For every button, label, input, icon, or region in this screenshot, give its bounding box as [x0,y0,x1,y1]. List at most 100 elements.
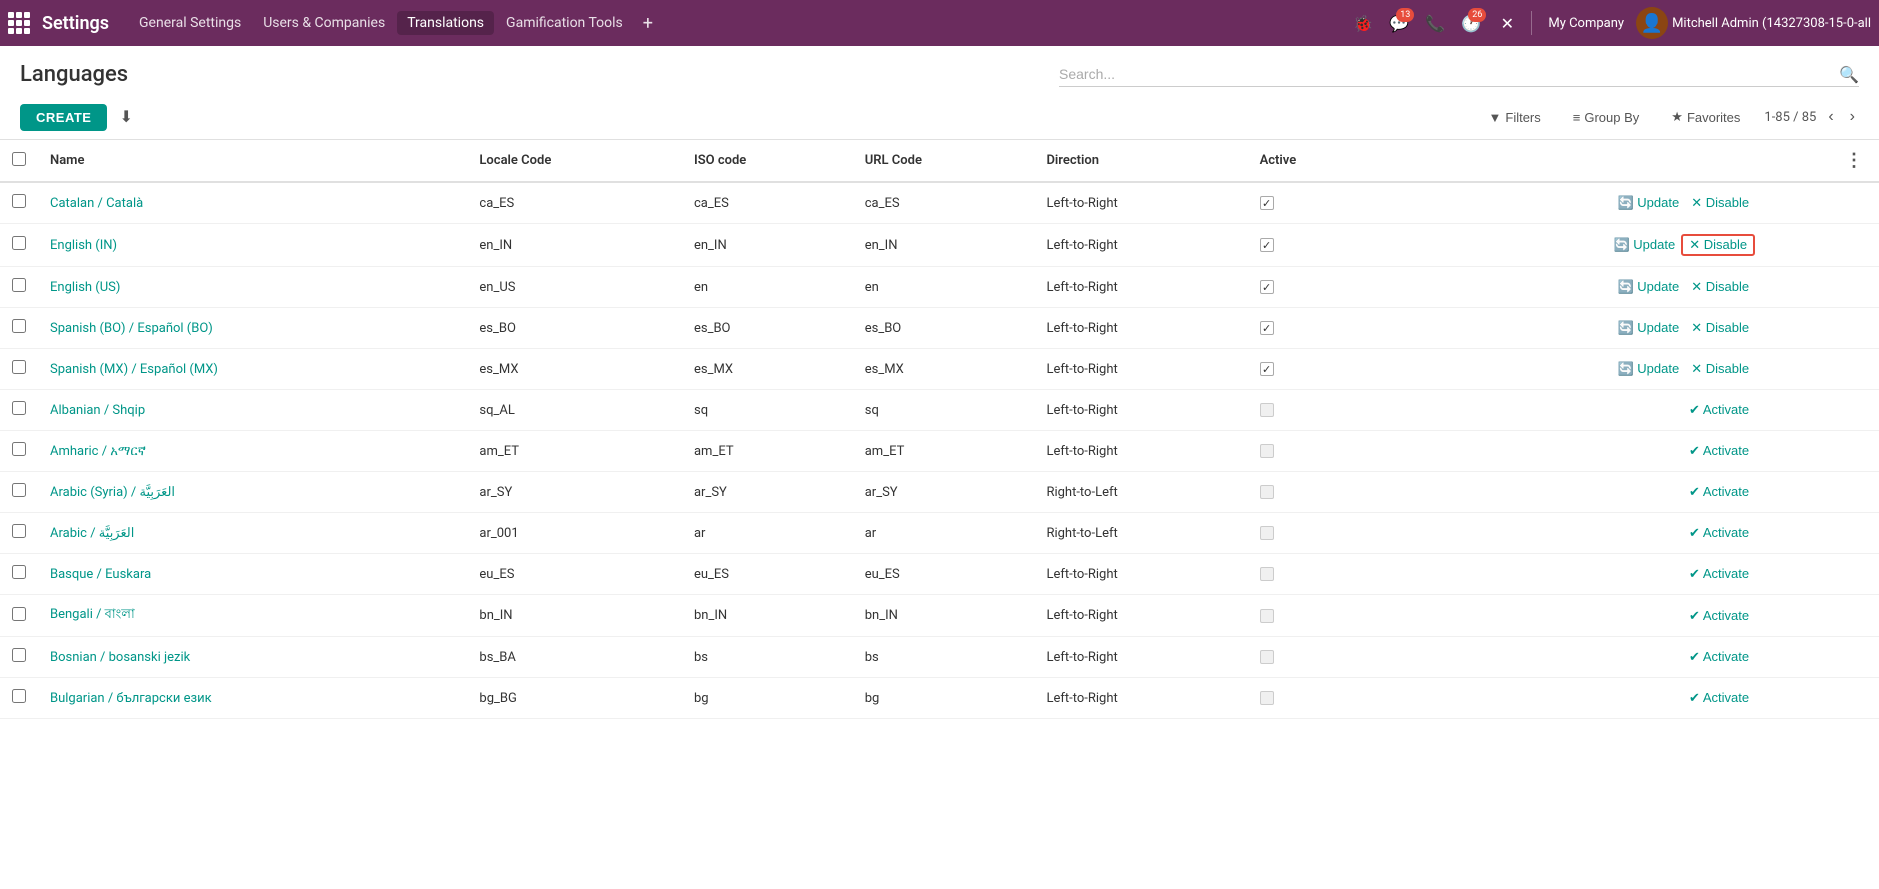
disable-button[interactable]: ✕ Disable [1681,234,1755,256]
search-input[interactable] [1059,62,1839,86]
chat-badge: 13 [1396,8,1414,22]
active-checkbox[interactable]: ✓ [1260,238,1274,252]
language-name-link[interactable]: Albanian / Shqip [50,403,145,418]
nav-gamification-tools[interactable]: Gamification Tools [496,11,633,35]
clock-icon-btn[interactable]: 🕐 26 [1455,7,1487,39]
row-actions: ✔ Activate [1383,678,1767,719]
row-checkbox-10[interactable] [12,607,26,621]
language-name-link[interactable]: Spanish (MX) / Español (MX) [50,362,218,377]
close-icon-btn[interactable]: ✕ [1491,7,1523,39]
row-checkbox-1[interactable] [12,236,26,250]
direction: Left-to-Right [1034,267,1247,308]
activate-button[interactable]: ✔ Activate [1683,606,1755,626]
nav-add-button[interactable]: + [635,11,661,36]
groupby-button[interactable]: ≡ Group By [1565,106,1648,129]
url-code: ca_ES [853,182,1035,224]
download-icon-btn[interactable]: ⬇ [115,103,136,131]
row-kebab-cell [1767,431,1879,472]
row-checkbox-0[interactable] [12,194,26,208]
username-label[interactable]: Mitchell Admin (14327308-15-0-all [1672,16,1871,31]
apps-grid-icon[interactable] [8,12,30,34]
phone-icon-btn[interactable]: 📞 [1419,7,1451,39]
active-checkbox[interactable] [1260,403,1274,417]
activate-button[interactable]: ✔ Activate [1683,564,1755,584]
language-name-link[interactable]: Bulgarian / български език [50,691,212,706]
nav-translations[interactable]: Translations [397,11,494,35]
active-checkbox[interactable] [1260,485,1274,499]
row-kebab-cell [1767,678,1879,719]
table-row: Basque / Euskaraeu_ESeu_ESeu_ESLeft-to-R… [0,554,1879,595]
language-name-link[interactable]: Arabic / العَرَبِيَّة [50,526,134,541]
nav-users-companies[interactable]: Users & Companies [253,11,395,35]
direction: Left-to-Right [1034,308,1247,349]
row-checkbox-12[interactable] [12,689,26,703]
create-button[interactable]: CREATE [20,104,107,131]
active-checkbox[interactable]: ✓ [1260,362,1274,376]
disable-button[interactable]: ✕ Disable [1685,318,1755,338]
row-checkbox-9[interactable] [12,565,26,579]
language-name-link[interactable]: Basque / Euskara [50,567,151,582]
row-checkbox-4[interactable] [12,360,26,374]
favorites-button[interactable]: ★ Favorites [1663,105,1748,129]
language-name-link[interactable]: English (US) [50,280,120,295]
row-kebab-cell [1767,513,1879,554]
active-checkbox[interactable] [1260,567,1274,581]
col-active[interactable]: Active [1248,140,1384,182]
language-name-link[interactable]: Spanish (BO) / Español (BO) [50,321,213,336]
activate-button[interactable]: ✔ Activate [1683,647,1755,667]
language-name-link[interactable]: Arabic (Syria) / العَرَبِيَّة [50,485,175,500]
disable-button[interactable]: ✕ Disable [1685,193,1755,213]
avatar[interactable]: 👤 [1636,7,1668,39]
update-button[interactable]: 🔄 Update [1612,277,1686,297]
activate-button[interactable]: ✔ Activate [1683,482,1755,502]
disable-button[interactable]: ✕ Disable [1685,277,1755,297]
update-button[interactable]: 🔄 Update [1608,235,1682,255]
language-name-link[interactable]: English (IN) [50,238,117,253]
nav-general-settings[interactable]: General Settings [129,11,251,35]
col-name[interactable]: Name [38,140,467,182]
language-name-link[interactable]: Bosnian / bosanski jezik [50,650,190,665]
col-direction[interactable]: Direction [1034,140,1247,182]
activate-button[interactable]: ✔ Activate [1683,688,1755,708]
row-checkbox-8[interactable] [12,524,26,538]
row-checkbox-2[interactable] [12,278,26,292]
disable-button[interactable]: ✕ Disable [1685,359,1755,379]
activate-button[interactable]: ✔ Activate [1683,441,1755,461]
star-icon: ★ [1671,109,1683,125]
pagination-prev[interactable]: ‹ [1824,106,1837,128]
active-checkbox[interactable] [1260,650,1274,664]
direction: Left-to-Right [1034,182,1247,224]
bug-icon-btn[interactable]: 🐞 [1347,7,1379,39]
active-checkbox[interactable]: ✓ [1260,280,1274,294]
row-checkbox-6[interactable] [12,442,26,456]
row-checkbox-11[interactable] [12,648,26,662]
active-checkbox[interactable] [1260,444,1274,458]
language-name-link[interactable]: Bengali / বাংলা [50,607,135,622]
activate-button[interactable]: ✔ Activate [1683,400,1755,420]
col-iso[interactable]: ISO code [682,140,853,182]
active-checkbox[interactable] [1260,691,1274,705]
filters-button[interactable]: ▼ Filters [1481,106,1549,129]
pagination-next[interactable]: › [1846,106,1859,128]
search-icon[interactable]: 🔍 [1839,65,1859,84]
update-button[interactable]: 🔄 Update [1612,318,1686,338]
update-button[interactable]: 🔄 Update [1612,193,1686,213]
col-url[interactable]: URL Code [853,140,1035,182]
chat-icon-btn[interactable]: 💬 13 [1383,7,1415,39]
row-checkbox-5[interactable] [12,401,26,415]
active-checkbox[interactable]: ✓ [1260,321,1274,335]
select-all-header[interactable] [0,140,38,182]
column-settings-icon[interactable]: ⋮ [1841,146,1867,175]
language-name-link[interactable]: Catalan / Català [50,196,143,211]
update-button[interactable]: 🔄 Update [1612,359,1686,379]
language-name-link[interactable]: Amharic / አማርኛ [50,444,146,459]
active-checkbox[interactable]: ✓ [1260,196,1274,210]
company-switcher[interactable]: My Company [1540,12,1632,35]
select-all-checkbox[interactable] [12,152,26,166]
activate-button[interactable]: ✔ Activate [1683,523,1755,543]
row-checkbox-3[interactable] [12,319,26,333]
col-locale[interactable]: Locale Code [467,140,682,182]
active-checkbox[interactable] [1260,609,1274,623]
active-checkbox[interactable] [1260,526,1274,540]
row-checkbox-7[interactable] [12,483,26,497]
